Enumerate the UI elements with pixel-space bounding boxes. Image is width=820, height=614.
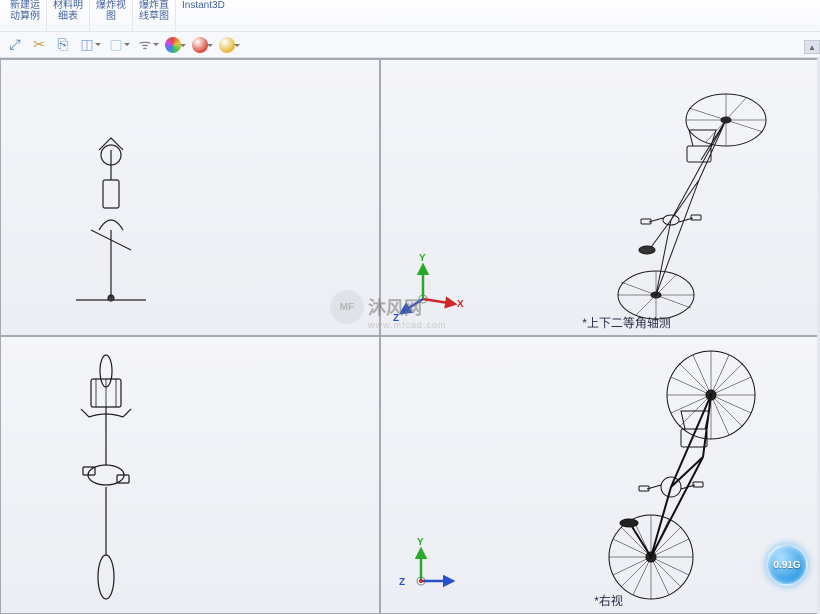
model-bicycle [581, 336, 781, 607]
ribbon-group-instant3d[interactable]: Instant3D [176, 0, 231, 31]
ribbon-group-explode-line-sketch[interactable]: 爆炸直 线草图 [133, 0, 176, 31]
zoom-extents-icon[interactable]: ⤢ [6, 36, 24, 54]
scene-icon[interactable] [192, 37, 208, 53]
ribbon-label: 爆炸视 图 [96, 0, 126, 22]
model-bicycle [571, 58, 791, 330]
viewport-top-left[interactable] [0, 58, 380, 336]
ribbon-group-bom[interactable]: 材料明 细表 [47, 0, 90, 31]
badge-text: 0.91G [773, 560, 800, 571]
triad-2d-icon: Y Z [395, 535, 465, 605]
axis-y-label: Y [417, 537, 424, 548]
file-size-badge: 0.91G [766, 544, 808, 586]
ribbon-label: 材料明 细表 [53, 0, 83, 22]
axis-z-label: Z [399, 577, 405, 588]
triad-3d-icon: X Y Z [393, 249, 473, 329]
appearances-icon[interactable] [165, 37, 181, 53]
viewport-top-right[interactable]: X Y Z *上下二等角轴测 [380, 58, 820, 336]
axis-x-label: X [457, 299, 464, 310]
ribbon-label: 新建运 动算例 [10, 0, 40, 22]
ribbon-group-exploded-view[interactable]: 爆炸视 图 [90, 0, 133, 31]
model-bicycle [41, 347, 171, 607]
viewport-label: *上下二等角轴测 [582, 314, 671, 331]
display-style-icon[interactable]: ▢ [107, 36, 125, 54]
axis-y-label: Y [419, 253, 426, 264]
viewport-bottom-left[interactable] [0, 336, 380, 614]
hide-show-icon[interactable]: ᯤ [136, 36, 154, 54]
render-icon[interactable] [219, 37, 235, 53]
axis-z-label: Z [393, 313, 399, 324]
ribbon-label: Instant3D [182, 0, 225, 11]
command-ribbon: 新建运 动算例 材料明 细表 爆炸视 图 爆炸直 线草图 Instant3D [0, 0, 820, 32]
viewport-bottom-right[interactable]: Y Z *右视 [380, 336, 820, 614]
heads-up-toolbar: ⤢ ✂ ⎘ ◫ ▢ ᯤ [0, 32, 820, 58]
viewport-grid: X Y Z *上下二等角轴测 [0, 58, 820, 614]
model-bicycle [51, 120, 171, 310]
section-icon[interactable]: ✂ [30, 36, 48, 54]
copy-icon[interactable]: ⎘ [54, 36, 72, 54]
scroll-arrow-icon[interactable]: ▲ [804, 40, 820, 54]
ribbon-group-motion-study[interactable]: 新建运 动算例 [4, 0, 47, 31]
ribbon-label: 爆炸直 线草图 [139, 0, 169, 22]
view-orientation-icon[interactable]: ◫ [78, 36, 96, 54]
viewport-label: *右视 [594, 592, 623, 609]
